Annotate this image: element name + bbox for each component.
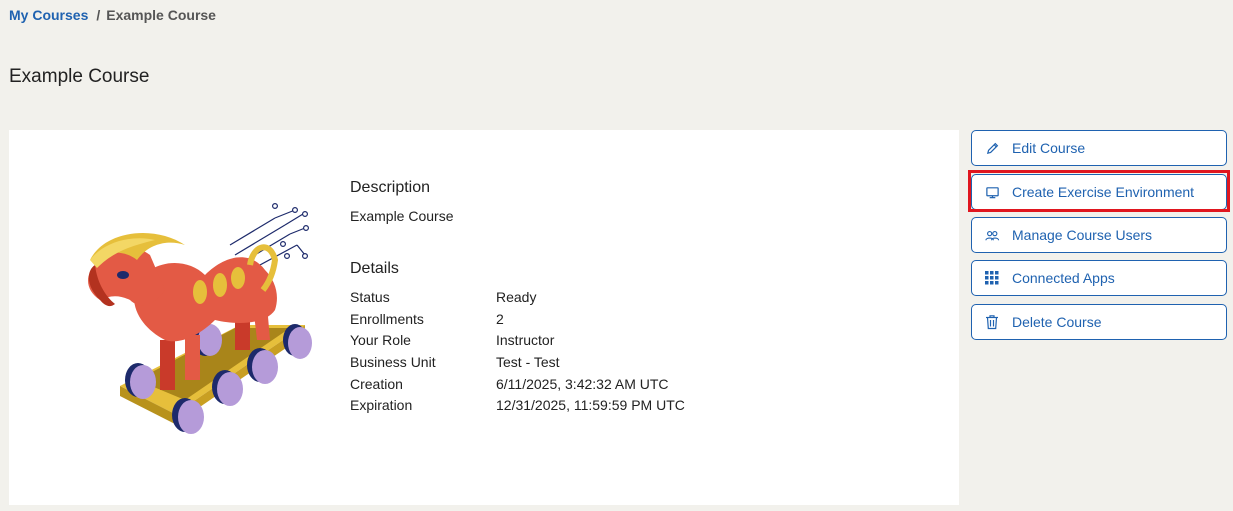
create-exercise-environment-label: Create Exercise Environment (1012, 184, 1195, 200)
delete-course-button[interactable]: Delete Course (971, 304, 1227, 340)
manage-course-users-label: Manage Course Users (1012, 227, 1153, 243)
breadcrumb: My Courses / Example Course (9, 7, 216, 23)
details-table: Status Ready Enrollments 2 Your Role Ins… (350, 287, 685, 417)
detail-label: Creation (350, 375, 403, 392)
detail-row-enrollments: Enrollments 2 (350, 309, 685, 331)
trash-icon (984, 314, 1000, 330)
detail-value: Ready (496, 289, 537, 305)
grid-icon (984, 270, 1000, 286)
manage-course-users-button[interactable]: Manage Course Users (971, 217, 1227, 253)
edit-course-label: Edit Course (1012, 140, 1086, 156)
detail-row-your-role: Your Role Instructor (350, 330, 685, 352)
detail-label: Enrollments (350, 310, 424, 327)
detail-row-status: Status Ready (350, 287, 685, 309)
description-heading: Description (350, 179, 431, 196)
detail-label: Expiration (350, 397, 413, 414)
monitor-icon (984, 184, 1000, 200)
detail-row-expiration: Expiration 12/31/2025, 11:59:59 PM UTC (350, 395, 685, 417)
connected-apps-label: Connected Apps (1012, 270, 1115, 286)
detail-value: 12/31/2025, 11:59:59 PM UTC (496, 397, 685, 414)
detail-label: Business Unit (350, 354, 436, 371)
detail-value: Test - Test (496, 354, 560, 371)
create-exercise-environment-button[interactable]: Create Exercise Environment (971, 174, 1227, 210)
course-card: Description Example Course Details Statu… (9, 130, 959, 505)
detail-row-business-unit: Business Unit Test - Test (350, 352, 685, 374)
breadcrumb-my-courses-link[interactable]: My Courses (9, 7, 88, 23)
users-icon (984, 227, 1000, 243)
trojan-horse-illustration (88, 202, 312, 434)
edit-course-button[interactable]: Edit Course (971, 130, 1227, 166)
details-heading: Details (350, 260, 399, 277)
breadcrumb-separator: / (96, 7, 101, 23)
pencil-icon (984, 140, 1000, 156)
connected-apps-button[interactable]: Connected Apps (971, 260, 1227, 296)
page-title: Example Course (9, 66, 150, 87)
detail-label: Your Role (350, 332, 411, 349)
description-text: Example Course (350, 208, 454, 224)
breadcrumb-current: Example Course (106, 7, 216, 23)
delete-course-label: Delete Course (1012, 314, 1102, 330)
detail-value: 6/11/2025, 3:42:32 AM UTC (496, 375, 669, 392)
detail-label: Status (350, 289, 390, 305)
detail-value: 2 (496, 310, 504, 327)
detail-row-creation: Creation 6/11/2025, 3:42:32 AM UTC (350, 374, 685, 396)
detail-value: Instructor (496, 332, 555, 349)
